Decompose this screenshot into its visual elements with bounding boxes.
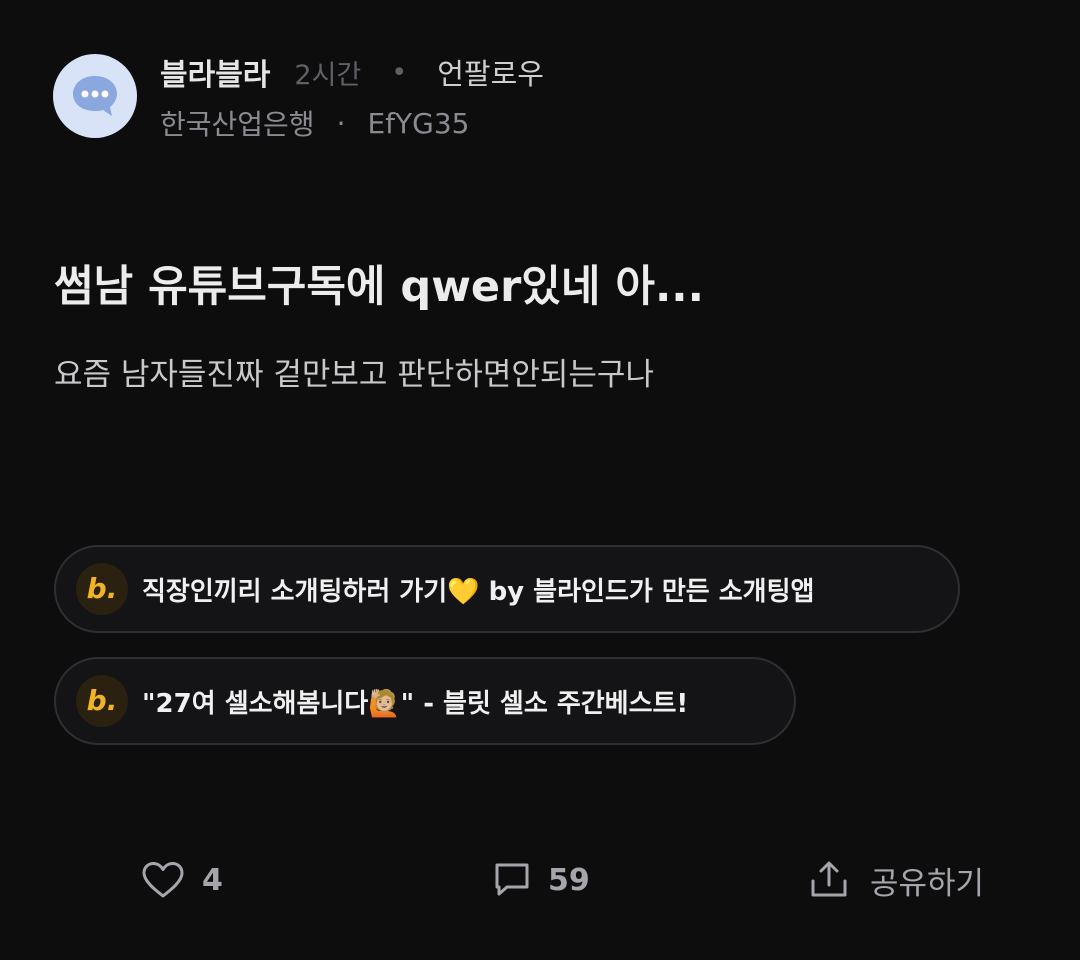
post-meta-secondary: 한국산업은행 · EfYG35 — [160, 102, 469, 144]
unfollow-button[interactable]: 언팔로우 — [437, 51, 544, 93]
promo-banner-selfie[interactable]: b. "27여 셀소해봄니다🙋🏼" - 블릿 셀소 주간베스트! — [54, 657, 796, 745]
comment-button[interactable]: 59 — [492, 850, 590, 910]
blind-b-logo-icon: b. — [76, 675, 128, 727]
post-meta-primary: 블라블라 2시간 • 언팔로우 — [160, 50, 544, 94]
post-action-bar: 4 59 공유하기 — [0, 850, 1080, 910]
post-time: 2시간 — [294, 59, 362, 91]
chat-bubble-icon — [73, 76, 117, 116]
like-button[interactable]: 4 — [140, 850, 223, 910]
author-avatar[interactable] — [53, 54, 137, 138]
meta-dot: • — [391, 56, 408, 88]
comment-icon — [495, 863, 529, 896]
meta-separator: · — [336, 106, 346, 140]
share-button[interactable]: 공유하기 — [808, 850, 984, 910]
like-count: 4 — [202, 862, 223, 898]
heart-icon — [142, 862, 184, 898]
share-label: 공유하기 — [870, 865, 985, 902]
blind-b-logo-icon: b. — [76, 563, 128, 615]
promo-banner-dating[interactable]: b. 직장인끼리 소개팅하러 가기💛 by 블라인드가 만든 소개팅앱 — [54, 545, 960, 633]
promo-text: "27여 셀소해봄니다🙋🏼" - 블릿 셀소 주간베스트! — [142, 688, 689, 719]
author-name[interactable]: 블라블라 — [160, 50, 270, 94]
post-title: 썸남 유튜브구독에 qwer있네 아... — [54, 262, 704, 312]
promo-text: 직장인끼리 소개팅하러 가기💛 by 블라인드가 만든 소개팅앱 — [142, 576, 815, 607]
company-name[interactable]: 한국산업은행 — [160, 103, 315, 143]
svg-text:b.: b. — [87, 572, 118, 605]
comment-count: 59 — [548, 862, 590, 898]
user-id: EfYG35 — [367, 106, 470, 140]
svg-text:b.: b. — [87, 684, 118, 717]
post-body: 요즘 남자들진짜 겉만보고 판단하면안되는구나 — [54, 357, 654, 393]
share-icon — [811, 861, 847, 897]
